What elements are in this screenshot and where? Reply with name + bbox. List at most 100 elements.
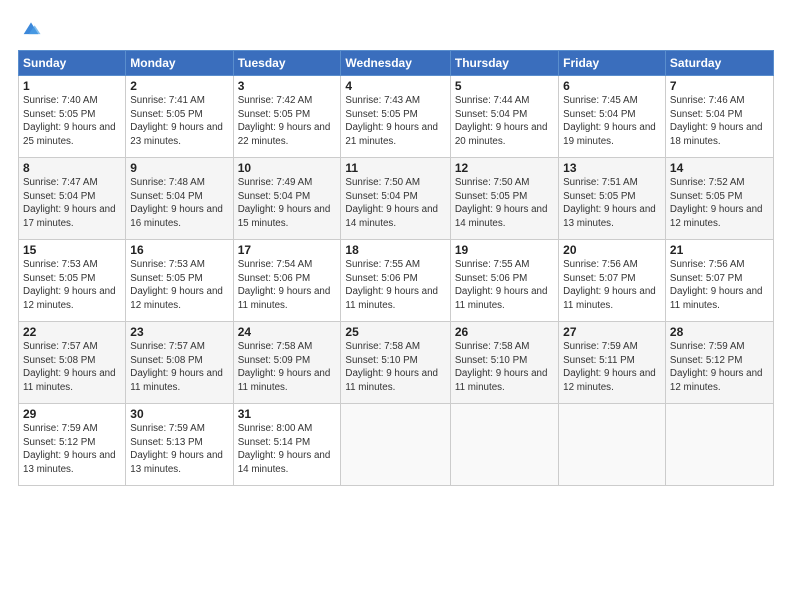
col-sunday: Sunday: [19, 51, 126, 76]
day-detail: Sunrise: 7:41 AMSunset: 5:05 PMDaylight:…: [130, 95, 223, 147]
day-number: 22: [23, 325, 121, 339]
day-number: 24: [238, 325, 337, 339]
calendar-week-row: 1 Sunrise: 7:40 AMSunset: 5:05 PMDayligh…: [19, 76, 774, 158]
day-detail: Sunrise: 7:49 AMSunset: 5:04 PMDaylight:…: [238, 177, 331, 229]
calendar-week-row: 22 Sunrise: 7:57 AMSunset: 5:08 PMDaylig…: [19, 322, 774, 404]
day-number: 25: [345, 325, 445, 339]
table-row: 23 Sunrise: 7:57 AMSunset: 5:08 PMDaylig…: [126, 322, 233, 404]
day-number: 11: [345, 161, 445, 175]
calendar-table: Sunday Monday Tuesday Wednesday Thursday…: [18, 50, 774, 486]
day-number: 1: [23, 79, 121, 93]
day-number: 26: [455, 325, 554, 339]
day-detail: Sunrise: 7:59 AMSunset: 5:11 PMDaylight:…: [563, 341, 656, 393]
day-detail: Sunrise: 7:46 AMSunset: 5:04 PMDaylight:…: [670, 95, 763, 147]
day-detail: Sunrise: 7:53 AMSunset: 5:05 PMDaylight:…: [130, 259, 223, 311]
table-row: 27 Sunrise: 7:59 AMSunset: 5:11 PMDaylig…: [559, 322, 666, 404]
table-row: 10 Sunrise: 7:49 AMSunset: 5:04 PMDaylig…: [233, 158, 341, 240]
table-row: 4 Sunrise: 7:43 AMSunset: 5:05 PMDayligh…: [341, 76, 450, 158]
day-number: 14: [670, 161, 769, 175]
table-row: 21 Sunrise: 7:56 AMSunset: 5:07 PMDaylig…: [665, 240, 773, 322]
day-number: 3: [238, 79, 337, 93]
table-row: 7 Sunrise: 7:46 AMSunset: 5:04 PMDayligh…: [665, 76, 773, 158]
table-row: 25 Sunrise: 7:58 AMSunset: 5:10 PMDaylig…: [341, 322, 450, 404]
day-number: 16: [130, 243, 228, 257]
day-number: 6: [563, 79, 661, 93]
day-number: 30: [130, 407, 228, 421]
col-saturday: Saturday: [665, 51, 773, 76]
table-row: 6 Sunrise: 7:45 AMSunset: 5:04 PMDayligh…: [559, 76, 666, 158]
day-detail: Sunrise: 7:48 AMSunset: 5:04 PMDaylight:…: [130, 177, 223, 229]
table-row: 15 Sunrise: 7:53 AMSunset: 5:05 PMDaylig…: [19, 240, 126, 322]
logo-icon: [20, 18, 42, 40]
day-detail: Sunrise: 7:59 AMSunset: 5:13 PMDaylight:…: [130, 423, 223, 475]
col-thursday: Thursday: [450, 51, 558, 76]
col-monday: Monday: [126, 51, 233, 76]
day-detail: Sunrise: 7:58 AMSunset: 5:09 PMDaylight:…: [238, 341, 331, 393]
day-number: 9: [130, 161, 228, 175]
day-number: 2: [130, 79, 228, 93]
calendar-week-row: 8 Sunrise: 7:47 AMSunset: 5:04 PMDayligh…: [19, 158, 774, 240]
table-row: 26 Sunrise: 7:58 AMSunset: 5:10 PMDaylig…: [450, 322, 558, 404]
day-number: 12: [455, 161, 554, 175]
day-number: 4: [345, 79, 445, 93]
day-detail: Sunrise: 7:58 AMSunset: 5:10 PMDaylight:…: [345, 341, 438, 393]
table-row: 17 Sunrise: 7:54 AMSunset: 5:06 PMDaylig…: [233, 240, 341, 322]
day-detail: Sunrise: 7:50 AMSunset: 5:04 PMDaylight:…: [345, 177, 438, 229]
day-detail: Sunrise: 7:56 AMSunset: 5:07 PMDaylight:…: [563, 259, 656, 311]
table-row: 24 Sunrise: 7:58 AMSunset: 5:09 PMDaylig…: [233, 322, 341, 404]
page: Sunday Monday Tuesday Wednesday Thursday…: [0, 0, 792, 496]
day-detail: Sunrise: 7:57 AMSunset: 5:08 PMDaylight:…: [23, 341, 116, 393]
day-detail: Sunrise: 7:57 AMSunset: 5:08 PMDaylight:…: [130, 341, 223, 393]
day-number: 31: [238, 407, 337, 421]
day-detail: Sunrise: 7:59 AMSunset: 5:12 PMDaylight:…: [670, 341, 763, 393]
table-row: [559, 404, 666, 486]
day-number: 23: [130, 325, 228, 339]
table-row: 31 Sunrise: 8:00 AMSunset: 5:14 PMDaylig…: [233, 404, 341, 486]
table-row: 11 Sunrise: 7:50 AMSunset: 5:04 PMDaylig…: [341, 158, 450, 240]
day-detail: Sunrise: 8:00 AMSunset: 5:14 PMDaylight:…: [238, 423, 331, 475]
day-detail: Sunrise: 7:56 AMSunset: 5:07 PMDaylight:…: [670, 259, 763, 311]
day-detail: Sunrise: 7:58 AMSunset: 5:10 PMDaylight:…: [455, 341, 548, 393]
day-number: 21: [670, 243, 769, 257]
table-row: 13 Sunrise: 7:51 AMSunset: 5:05 PMDaylig…: [559, 158, 666, 240]
table-row: 12 Sunrise: 7:50 AMSunset: 5:05 PMDaylig…: [450, 158, 558, 240]
day-number: 15: [23, 243, 121, 257]
calendar-week-row: 29 Sunrise: 7:59 AMSunset: 5:12 PMDaylig…: [19, 404, 774, 486]
day-number: 18: [345, 243, 445, 257]
day-number: 8: [23, 161, 121, 175]
day-detail: Sunrise: 7:59 AMSunset: 5:12 PMDaylight:…: [23, 423, 116, 475]
day-number: 5: [455, 79, 554, 93]
table-row: 30 Sunrise: 7:59 AMSunset: 5:13 PMDaylig…: [126, 404, 233, 486]
table-row: [341, 404, 450, 486]
table-row: 19 Sunrise: 7:55 AMSunset: 5:06 PMDaylig…: [450, 240, 558, 322]
day-detail: Sunrise: 7:47 AMSunset: 5:04 PMDaylight:…: [23, 177, 116, 229]
day-detail: Sunrise: 7:44 AMSunset: 5:04 PMDaylight:…: [455, 95, 548, 147]
calendar-header-row: Sunday Monday Tuesday Wednesday Thursday…: [19, 51, 774, 76]
table-row: 20 Sunrise: 7:56 AMSunset: 5:07 PMDaylig…: [559, 240, 666, 322]
table-row: 9 Sunrise: 7:48 AMSunset: 5:04 PMDayligh…: [126, 158, 233, 240]
day-number: 28: [670, 325, 769, 339]
table-row: [450, 404, 558, 486]
table-row: 3 Sunrise: 7:42 AMSunset: 5:05 PMDayligh…: [233, 76, 341, 158]
col-friday: Friday: [559, 51, 666, 76]
table-row: 2 Sunrise: 7:41 AMSunset: 5:05 PMDayligh…: [126, 76, 233, 158]
table-row: 1 Sunrise: 7:40 AMSunset: 5:05 PMDayligh…: [19, 76, 126, 158]
table-row: 18 Sunrise: 7:55 AMSunset: 5:06 PMDaylig…: [341, 240, 450, 322]
col-tuesday: Tuesday: [233, 51, 341, 76]
table-row: 8 Sunrise: 7:47 AMSunset: 5:04 PMDayligh…: [19, 158, 126, 240]
day-number: 7: [670, 79, 769, 93]
day-number: 20: [563, 243, 661, 257]
day-detail: Sunrise: 7:55 AMSunset: 5:06 PMDaylight:…: [345, 259, 438, 311]
table-row: 28 Sunrise: 7:59 AMSunset: 5:12 PMDaylig…: [665, 322, 773, 404]
day-detail: Sunrise: 7:55 AMSunset: 5:06 PMDaylight:…: [455, 259, 548, 311]
table-row: 16 Sunrise: 7:53 AMSunset: 5:05 PMDaylig…: [126, 240, 233, 322]
day-detail: Sunrise: 7:54 AMSunset: 5:06 PMDaylight:…: [238, 259, 331, 311]
day-number: 19: [455, 243, 554, 257]
logo: [18, 18, 42, 40]
calendar-week-row: 15 Sunrise: 7:53 AMSunset: 5:05 PMDaylig…: [19, 240, 774, 322]
day-detail: Sunrise: 7:50 AMSunset: 5:05 PMDaylight:…: [455, 177, 548, 229]
header: [18, 18, 774, 40]
table-row: 22 Sunrise: 7:57 AMSunset: 5:08 PMDaylig…: [19, 322, 126, 404]
day-detail: Sunrise: 7:43 AMSunset: 5:05 PMDaylight:…: [345, 95, 438, 147]
day-number: 10: [238, 161, 337, 175]
